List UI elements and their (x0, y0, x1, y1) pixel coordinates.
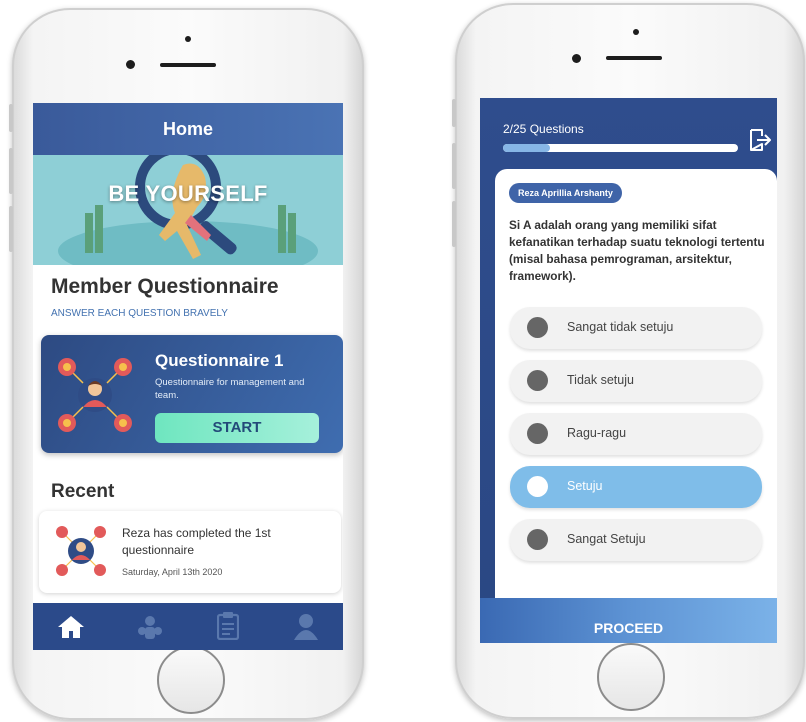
recent-activity-date: Saturday, April 13th 2020 (122, 567, 223, 577)
radio-icon (527, 423, 548, 444)
home-screen: Home BE YOURSELF Member Questionnaire AN… (33, 103, 343, 650)
answer-option-3[interactable]: Ragu-ragu (510, 413, 762, 455)
hardware-home-button[interactable] (597, 643, 665, 711)
question-text: Si A adalah orang yang memiliki sifat ke… (509, 218, 765, 283)
answer-option-1[interactable]: Sangat tidak setuju (510, 307, 762, 349)
team-network-icon (58, 358, 132, 432)
banner-illustration (58, 155, 318, 265)
question-screen: 2/25 Questions Reza Aprillia Arshanty Si… (480, 98, 777, 643)
answer-option-label: Setuju (567, 479, 603, 493)
recent-activity-item[interactable]: Reza has completed the 1st questionnaire… (39, 511, 341, 593)
proceed-button[interactable]: PROCEED (480, 598, 777, 643)
radio-icon (527, 529, 548, 550)
logout-icon[interactable] (748, 128, 772, 152)
mute-switch (9, 104, 13, 132)
answer-option-label: Tidak setuju (567, 373, 634, 387)
answer-option-5[interactable]: Sangat Setuju (510, 519, 762, 561)
earpiece-speaker (160, 63, 216, 67)
nav-profile[interactable] (267, 603, 343, 650)
volume-up-button (9, 148, 13, 194)
questionnaire-card[interactable]: Questionnaire 1 Questionnaire for manage… (41, 335, 343, 453)
start-button[interactable]: START (155, 413, 319, 443)
team-avatar-icon (56, 526, 106, 576)
proximity-sensor (633, 29, 639, 35)
nav-home[interactable] (33, 603, 111, 650)
phone-right: 2/25 Questions Reza Aprillia Arshanty Si… (452, 3, 805, 719)
answer-option-label: Sangat tidak setuju (567, 320, 674, 334)
progress-label: 2/25 Questions (503, 122, 584, 136)
recent-activity-text: Reza has completed the 1st questionnaire (122, 526, 271, 557)
proximity-sensor (185, 36, 191, 42)
volume-down-button (452, 201, 456, 247)
bottom-navigation (33, 603, 343, 650)
home-icon (58, 616, 84, 638)
question-panel: Reza Aprillia Arshanty Si A adalah orang… (495, 169, 777, 643)
radio-icon (527, 317, 548, 338)
user-icon (294, 614, 318, 640)
nav-questionnaires[interactable] (189, 603, 267, 650)
answer-option-label: Sangat Setuju (567, 532, 646, 546)
answer-option-label: Ragu-ragu (567, 426, 627, 440)
front-camera (126, 60, 135, 69)
author-badge: Reza Aprillia Arshanty (509, 183, 622, 203)
radio-icon (527, 476, 548, 497)
answer-option-2[interactable]: Tidak setuju (510, 360, 762, 402)
earpiece-speaker (606, 56, 662, 60)
volume-down-button (9, 206, 13, 252)
section-title: Member Questionnaire (51, 275, 279, 298)
questionnaire-title: Questionnaire 1 (155, 351, 284, 370)
progress-bar (503, 144, 738, 152)
home-header: Home (33, 103, 343, 155)
hardware-home-button[interactable] (157, 646, 225, 714)
nav-team[interactable] (111, 603, 189, 650)
questionnaire-description: Questionnaire for management and team. (155, 377, 305, 401)
phone-left: Home BE YOURSELF Member Questionnaire AN… (9, 8, 364, 720)
volume-up-button (452, 143, 456, 189)
banner-image: BE YOURSELF (33, 155, 343, 265)
section-subtitle: ANSWER EACH QUESTION BRAVELY (51, 308, 228, 319)
radio-icon (527, 370, 548, 391)
recent-title: Recent (51, 481, 115, 502)
mute-switch (452, 99, 456, 127)
banner-slogan: BE YOURSELF (108, 181, 268, 206)
clipboard-icon (217, 612, 239, 640)
answer-option-4[interactable]: Setuju (510, 466, 762, 508)
team-icon (138, 616, 162, 639)
progress-bar-fill (503, 144, 550, 152)
front-camera (572, 54, 581, 63)
